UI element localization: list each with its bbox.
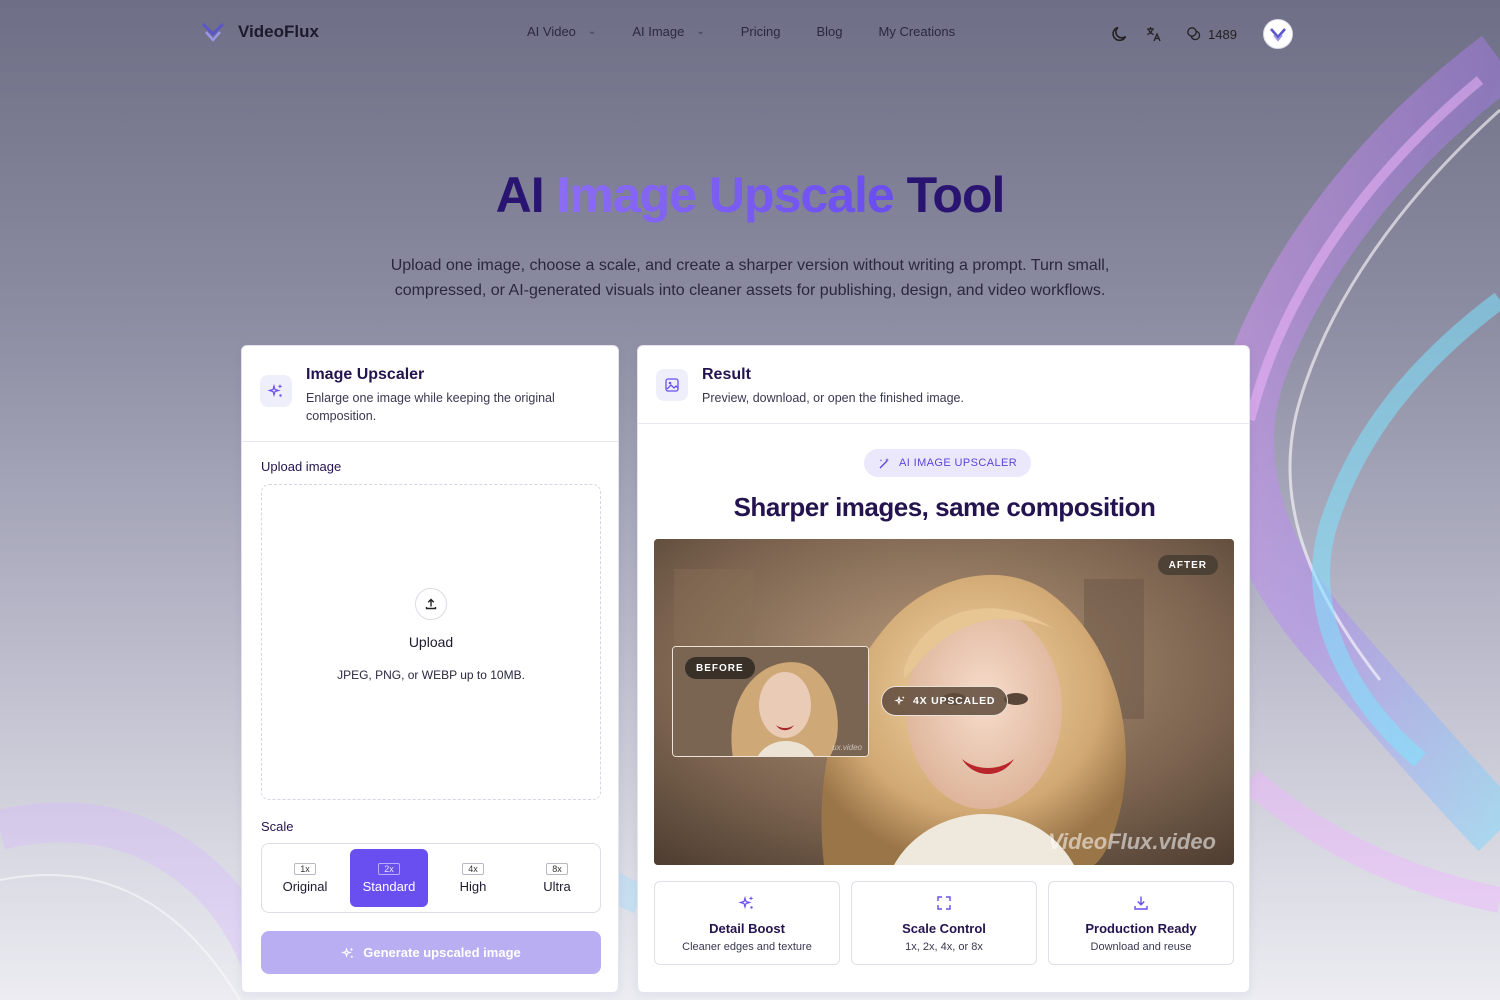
- nav-ai-image[interactable]: AI Image ⌄: [632, 24, 704, 39]
- feature-desc: Download and reuse: [1090, 941, 1192, 953]
- scale-selector: 1x Original 2x Standard 4x High 8x Ultra: [261, 843, 601, 913]
- scale-option-standard[interactable]: 2x Standard: [350, 849, 428, 907]
- feature-scale-control: Scale Control 1x, 2x, 4x, or 8x: [851, 881, 1037, 965]
- scale-option-high[interactable]: 4x High: [434, 849, 512, 907]
- nav-pricing-label: Pricing: [740, 24, 781, 39]
- hero-title-prefix: AI: [495, 167, 557, 223]
- feature-title: Scale Control: [902, 921, 986, 936]
- brand[interactable]: VideoFlux: [200, 20, 319, 44]
- result-description: Preview, download, or open the finished …: [702, 391, 964, 405]
- result-badge-label: AI IMAGE UPSCALER: [899, 457, 1018, 469]
- result-heading: Sharper images, same composition: [733, 492, 1156, 522]
- feature-desc: Cleaner edges and texture: [682, 941, 812, 953]
- scale-label: Scale: [261, 819, 294, 834]
- upscaled-badge-label: 4X UPSCALED: [913, 695, 996, 707]
- feature-cards: Detail Boost Cleaner edges and texture S…: [654, 881, 1234, 965]
- expand-icon: [935, 893, 953, 913]
- upload-icon: [415, 588, 447, 620]
- upload-dropzone[interactable]: Upload JPEG, PNG, or WEBP up to 10MB.: [261, 484, 601, 800]
- nav-actions: 1489: [1110, 19, 1293, 49]
- nav-ai-image-label: AI Image: [632, 24, 685, 39]
- feature-desc: 1x, 2x, 4x, or 8x: [905, 941, 983, 953]
- nav-pricing[interactable]: Pricing: [741, 24, 781, 39]
- hero-title-highlight: Image Upscale: [556, 167, 895, 223]
- upscaler-title: Image Upscaler: [306, 366, 425, 383]
- upload-title: Upload: [408, 634, 454, 650]
- scale-tag: 8x: [546, 862, 568, 875]
- nav-blog[interactable]: Blog: [816, 24, 842, 39]
- before-thumbnail: BEFORE ux.video: [672, 646, 869, 757]
- result-title: Result: [702, 366, 751, 383]
- brand-logo-icon: [201, 22, 225, 42]
- top-nav: VideoFlux AI Video ⌄ AI Image ⌄ Pricing …: [0, 0, 1500, 64]
- sparkles-icon: [260, 375, 292, 407]
- scale-tag: 4x: [462, 862, 484, 875]
- sparkles-icon: [894, 695, 905, 706]
- upload-label: Upload image: [261, 459, 342, 474]
- scale-tag: 1x: [294, 862, 316, 875]
- nav-my-creations[interactable]: My Creations: [879, 24, 956, 39]
- chevron-down-icon: ⌄: [587, 26, 597, 37]
- nav-ai-video-label: AI Video: [527, 24, 576, 39]
- before-label: BEFORE: [685, 657, 755, 679]
- nav-ai-video[interactable]: AI Video ⌄: [527, 24, 596, 39]
- upscaled-badge: 4X UPSCALED: [881, 686, 1009, 716]
- scale-option-label: Ultra: [543, 878, 571, 894]
- nav-links: AI Video ⌄ AI Image ⌄ Pricing Blog My Cr…: [527, 24, 955, 39]
- scale-option-label: Standard: [362, 878, 416, 894]
- feature-title: Detail Boost: [709, 921, 785, 936]
- translate-icon[interactable]: [1144, 24, 1164, 44]
- before-watermark: ux.video: [832, 743, 862, 752]
- after-label: AFTER: [1157, 555, 1218, 575]
- scale-option-original[interactable]: 1x Original: [266, 849, 344, 907]
- generate-button-label: Generate upscaled image: [363, 945, 521, 960]
- nav-blog-label: Blog: [816, 24, 843, 39]
- feature-detail-boost: Detail Boost Cleaner edges and texture: [654, 881, 840, 965]
- image-icon: [656, 369, 688, 401]
- credits-balance[interactable]: 1489: [1186, 26, 1237, 42]
- sparkles-icon: [341, 946, 354, 958]
- magic-wand-icon: [879, 457, 889, 468]
- result-badge: AI IMAGE UPSCALER: [864, 449, 1032, 477]
- download-icon: [1132, 893, 1150, 913]
- result-preview-image[interactable]: AFTER BEFORE ux.video 4X UPSCALED VideoF…: [654, 539, 1234, 865]
- nav-my-creations-label: My Creations: [878, 24, 956, 39]
- scale-option-label: Original: [282, 878, 328, 894]
- generate-button[interactable]: Generate upscaled image: [261, 931, 601, 974]
- moon-icon[interactable]: [1110, 24, 1130, 44]
- watermark: VideoFlux.video: [1048, 829, 1216, 854]
- scale-option-label: High: [459, 878, 487, 894]
- avatar[interactable]: [1262, 19, 1293, 49]
- scale-option-ultra[interactable]: 8x Ultra: [518, 849, 596, 907]
- upscaler-panel: Image Upscaler Enlarge one image while k…: [241, 345, 619, 993]
- sparkles-icon: [738, 893, 756, 913]
- feature-title: Production Ready: [1085, 921, 1197, 936]
- result-header: Result Preview, download, or open the fi…: [638, 346, 1249, 424]
- scale-tag: 2x: [378, 862, 400, 875]
- upscaler-header: Image Upscaler Enlarge one image while k…: [242, 346, 618, 442]
- upscaler-description: Enlarge one image while keeping the orig…: [306, 391, 555, 423]
- credits-count: 1489: [1208, 26, 1237, 42]
- hero-title: AI Image Upscale Tool: [0, 166, 1500, 224]
- chevron-down-icon: ⌄: [696, 26, 705, 37]
- brand-name: VideoFlux: [238, 22, 319, 41]
- hero-subtitle: Upload one image, choose a scale, and cr…: [390, 257, 1110, 299]
- coins-icon: [1187, 27, 1201, 41]
- result-panel: Result Preview, download, or open the fi…: [637, 345, 1250, 993]
- hero-title-suffix: Tool: [893, 167, 1006, 223]
- upload-hint: JPEG, PNG, or WEBP up to 10MB.: [337, 668, 525, 682]
- feature-production-ready: Production Ready Download and reuse: [1048, 881, 1234, 965]
